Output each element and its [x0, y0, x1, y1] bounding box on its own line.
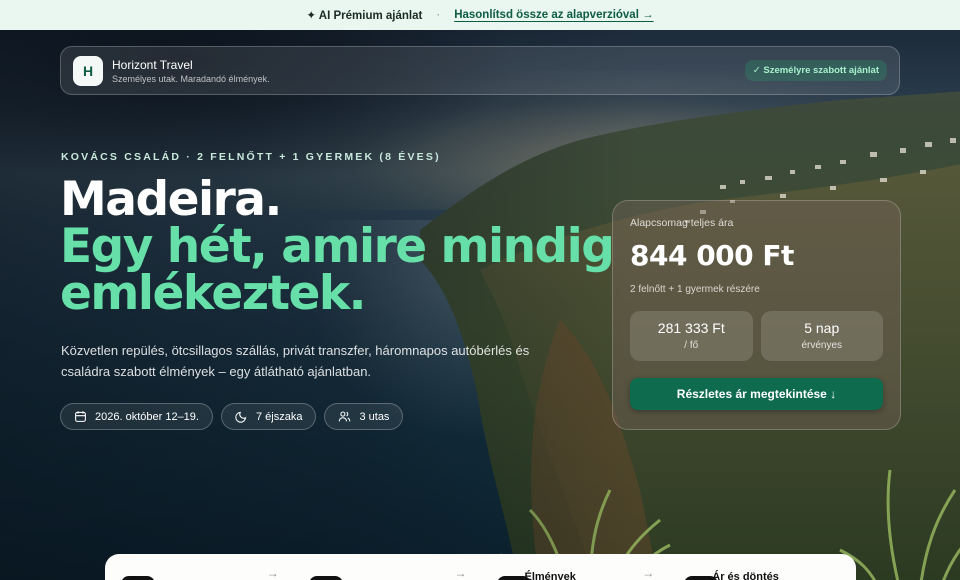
hero-title-line-2: Egy hét, amire mindig — [60, 219, 615, 274]
validity-stat: 5 nap érvényes — [760, 311, 883, 361]
step-title: Élmények — [524, 571, 576, 580]
travelers-chip-label: 3 utas — [359, 410, 390, 423]
brand-text: Horizont Travel Személyes utak. Maradand… — [112, 58, 270, 84]
nights-chip-label: 7 éjszaka — [255, 410, 303, 423]
ai-premium-label: ✦ AI Prémium ajánlat — [306, 10, 423, 22]
step-item[interactable]: → — [293, 554, 481, 580]
step-item[interactable]: → — [105, 554, 293, 580]
brand-logo[interactable]: H — [73, 55, 103, 86]
arrow-right-icon: → — [642, 566, 655, 580]
price-subtext: 2 felnőtt + 1 gyermek részére — [630, 284, 760, 295]
date-chip: 2026. október 12–19. — [60, 403, 213, 430]
date-chip-label: 2026. október 12–19. — [95, 410, 199, 423]
separator: · — [436, 9, 441, 21]
validity-unit: érvényes — [801, 340, 843, 351]
price-amount: 844 000 Ft — [630, 239, 794, 272]
step-item-experiences[interactable]: Élmények → — [481, 554, 669, 580]
announcement-bar: ✦ AI Prémium ajánlat · Hasonlítsd össze … — [0, 0, 960, 30]
trip-facts: 2026. október 12–19. 7 éjszaka 3 utas — [60, 403, 404, 430]
per-person-value: 281 333 Ft — [657, 320, 725, 336]
users-icon — [339, 411, 351, 422]
travelers-chip: 3 utas — [324, 403, 404, 430]
per-person-unit: / fő — [684, 340, 699, 351]
step-icon — [121, 576, 155, 580]
price-card: Alapcsomag teljes ára 844 000 Ft 2 felnő… — [612, 200, 901, 430]
family-eyebrow: KOVÁCS CSALÁD · 2 FELNŐTT + 1 GYERMEK (8… — [61, 151, 441, 163]
brand-name: Horizont Travel — [112, 57, 193, 72]
brand-tagline: Személyes utak. Maradandó élmények. — [112, 73, 270, 84]
hero-title-line-1: Madeira. — [60, 172, 282, 227]
step-item-price-decision[interactable]: Ár és döntés — [668, 554, 856, 580]
hero-lead: Közvetlen repülés, ötcsillagos szállás, … — [61, 343, 530, 379]
price-stats: 281 333 Ft / fő 5 nap érvényes — [630, 311, 883, 361]
validity-value: 5 nap — [804, 320, 840, 336]
view-detailed-price-button[interactable]: Részletes ár megtekintése ↓ — [630, 378, 883, 410]
hero-title: Madeira. Egy hét, amire mindig emlékezte… — [60, 172, 615, 321]
brand-header: H Horizont Travel Személyes utak. Marada… — [60, 46, 900, 95]
price-label: Alapcsomag teljes ára — [630, 217, 734, 229]
personalized-offer-badge: ✓ Személyre szabott ajánlat — [744, 60, 887, 81]
calendar-icon — [75, 411, 86, 422]
arrow-right-icon: → — [454, 566, 467, 580]
step-title: Ár és döntés — [712, 571, 779, 580]
per-person-stat: 281 333 Ft / fő — [630, 311, 753, 361]
hero-title-line-3: emlékeztek. — [60, 266, 367, 321]
step-navigation: → → Élmények → Ár és döntés — [105, 554, 856, 580]
step-icon — [308, 576, 343, 580]
moon-icon — [235, 411, 247, 423]
nights-chip: 7 éjszaka — [220, 403, 317, 430]
compare-basic-link[interactable]: Hasonlítsd össze az alapverzióval → — [454, 9, 653, 21]
arrow-right-icon: → — [266, 566, 279, 580]
